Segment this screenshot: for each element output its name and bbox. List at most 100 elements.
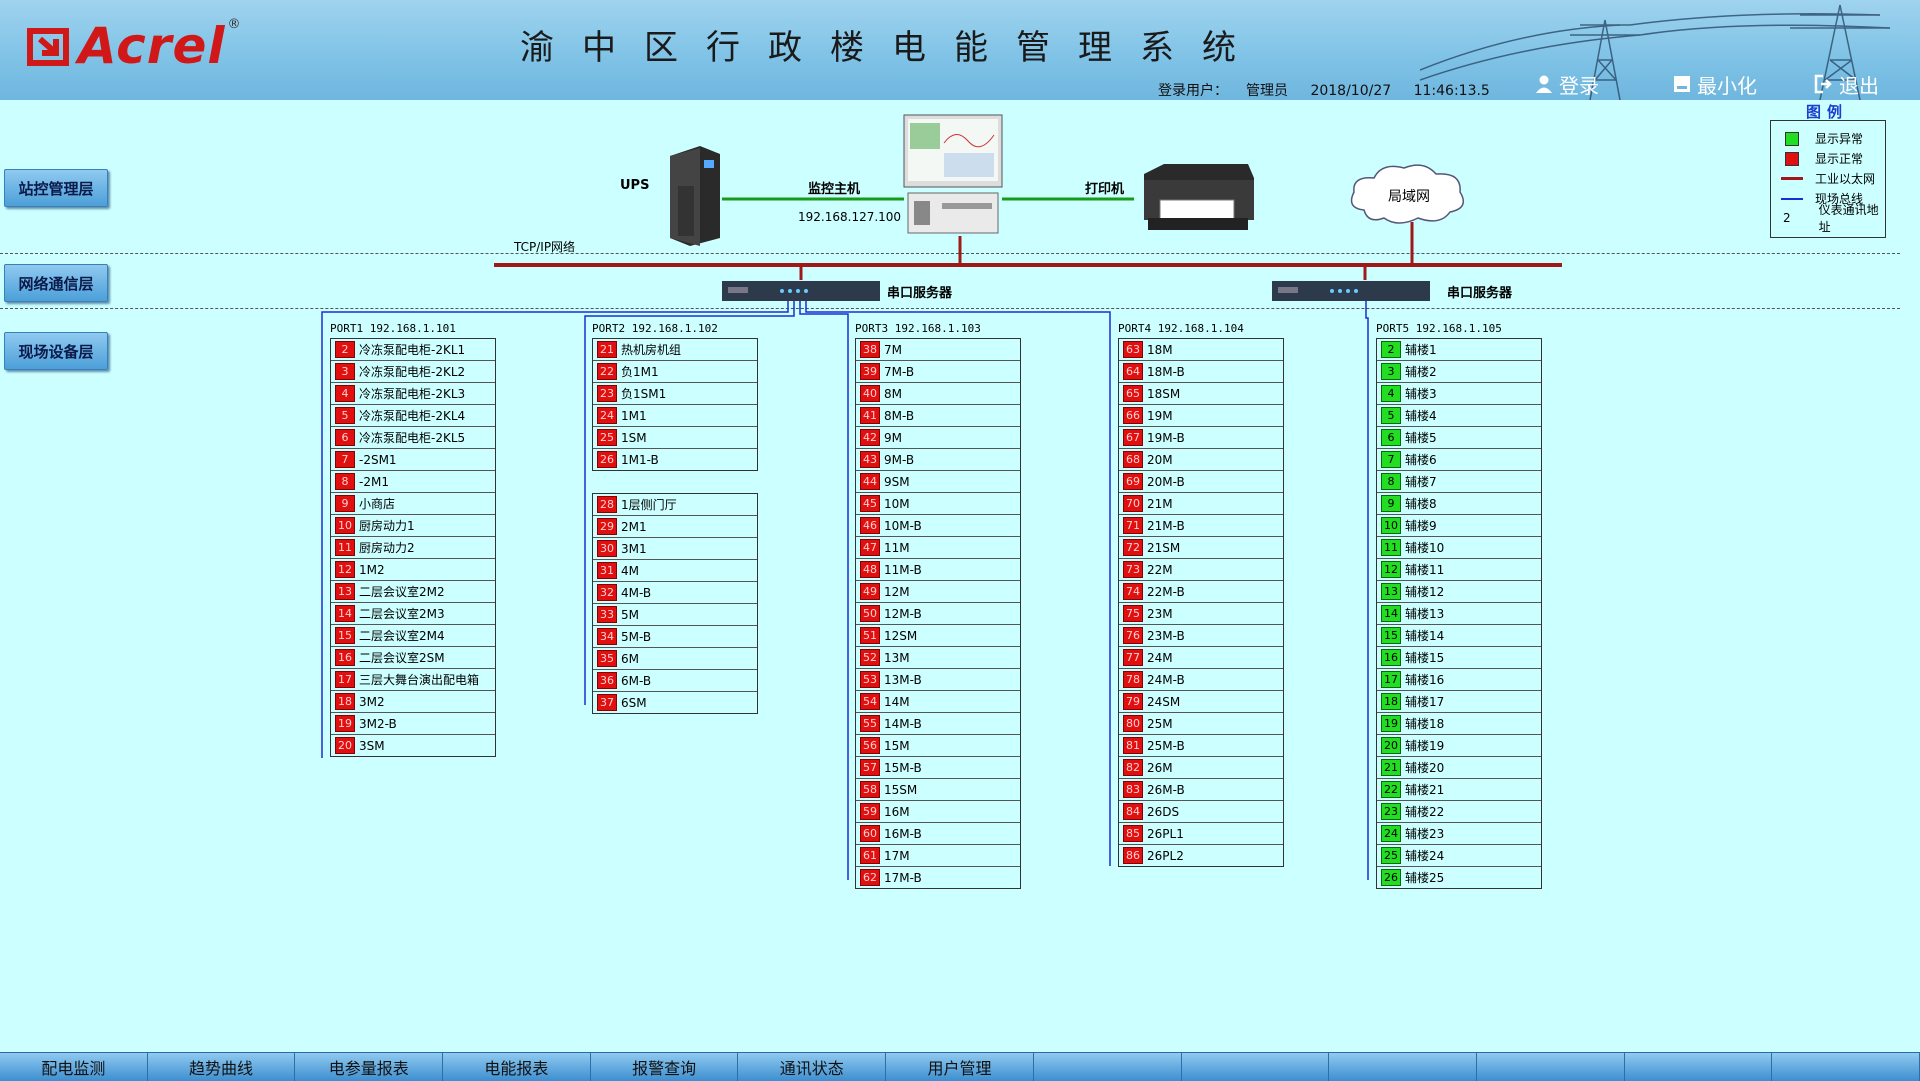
device-row[interactable]: 4 辅楼3 xyxy=(1377,383,1541,405)
device-row[interactable]: 24 辅楼23 xyxy=(1377,823,1541,845)
device-row[interactable]: 71 21M-B xyxy=(1119,515,1283,537)
nav-button-5[interactable]: 通讯状态 xyxy=(738,1053,887,1081)
device-row[interactable]: 21 热机房机组 xyxy=(593,339,757,361)
device-row[interactable]: 18 辅楼17 xyxy=(1377,691,1541,713)
device-row[interactable]: 43 9M-B xyxy=(856,449,1020,471)
device-row[interactable]: 10 辅楼9 xyxy=(1377,515,1541,537)
device-row[interactable]: 3 冷冻泵配电柜-2KL2 xyxy=(331,361,495,383)
device-row[interactable]: 74 22M-B xyxy=(1119,581,1283,603)
device-row[interactable]: 21 辅楼20 xyxy=(1377,757,1541,779)
device-row[interactable]: 39 7M-B xyxy=(856,361,1020,383)
device-row[interactable]: 29 2M1 xyxy=(593,516,757,538)
device-row[interactable]: 26 辅楼25 xyxy=(1377,867,1541,888)
device-row[interactable]: 28 1层侧门厅 xyxy=(593,494,757,516)
nav-button-0[interactable]: 配电监测 xyxy=(0,1053,148,1081)
device-row[interactable]: 40 8M xyxy=(856,383,1020,405)
device-row[interactable]: 9 辅楼8 xyxy=(1377,493,1541,515)
device-row[interactable]: 3 辅楼2 xyxy=(1377,361,1541,383)
device-row[interactable]: 26 1M1-B xyxy=(593,449,757,470)
serial-server-2-icon[interactable] xyxy=(1272,279,1432,303)
device-row[interactable]: 47 11M xyxy=(856,537,1020,559)
device-row[interactable]: 31 4M xyxy=(593,560,757,582)
device-row[interactable]: 13 二层会议室2M2 xyxy=(331,581,495,603)
device-row[interactable]: 78 24M-B xyxy=(1119,669,1283,691)
nav-button-6[interactable]: 用户管理 xyxy=(886,1053,1034,1081)
monitoring-host-icon[interactable] xyxy=(902,113,1004,235)
device-row[interactable]: 61 17M xyxy=(856,845,1020,867)
device-row[interactable]: 6 冷冻泵配电柜-2KL5 xyxy=(331,427,495,449)
device-row[interactable]: 53 13M-B xyxy=(856,669,1020,691)
device-row[interactable]: 19 3M2-B xyxy=(331,713,495,735)
device-row[interactable]: 2 冷冻泵配电柜-2KL1 xyxy=(331,339,495,361)
device-row[interactable]: 12 辅楼11 xyxy=(1377,559,1541,581)
device-row[interactable]: 30 3M1 xyxy=(593,538,757,560)
device-row[interactable]: 63 18M xyxy=(1119,339,1283,361)
device-row[interactable]: 59 16M xyxy=(856,801,1020,823)
device-row[interactable]: 55 14M-B xyxy=(856,713,1020,735)
printer-icon[interactable] xyxy=(1134,160,1258,236)
device-row[interactable]: 5 冷冻泵配电柜-2KL4 xyxy=(331,405,495,427)
device-row[interactable]: 49 12M xyxy=(856,581,1020,603)
device-row[interactable]: 23 负1SM1 xyxy=(593,383,757,405)
device-row[interactable]: 84 26DS xyxy=(1119,801,1283,823)
device-row[interactable]: 44 9SM xyxy=(856,471,1020,493)
device-row[interactable]: 45 10M xyxy=(856,493,1020,515)
device-row[interactable]: 68 20M xyxy=(1119,449,1283,471)
device-row[interactable]: 15 辅楼14 xyxy=(1377,625,1541,647)
device-row[interactable]: 15 二层会议室2M4 xyxy=(331,625,495,647)
device-row[interactable]: 54 14M xyxy=(856,691,1020,713)
device-row[interactable]: 11 辅楼10 xyxy=(1377,537,1541,559)
device-row[interactable]: 17 辅楼16 xyxy=(1377,669,1541,691)
nav-button-2[interactable]: 电参量报表 xyxy=(295,1053,444,1081)
device-row[interactable]: 7 -2SM1 xyxy=(331,449,495,471)
device-row[interactable]: 85 26PL1 xyxy=(1119,823,1283,845)
device-row[interactable]: 36 6M-B xyxy=(593,670,757,692)
device-row[interactable]: 24 1M1 xyxy=(593,405,757,427)
nav-button-12[interactable] xyxy=(1772,1053,1920,1081)
nav-button-10[interactable] xyxy=(1477,1053,1625,1081)
device-row[interactable]: 62 17M-B xyxy=(856,867,1020,888)
nav-button-9[interactable] xyxy=(1329,1053,1477,1081)
device-row[interactable]: 8 -2M1 xyxy=(331,471,495,493)
device-row[interactable]: 56 15M xyxy=(856,735,1020,757)
device-row[interactable]: 9 小商店 xyxy=(331,493,495,515)
device-row[interactable]: 16 辅楼15 xyxy=(1377,647,1541,669)
device-row[interactable]: 73 22M xyxy=(1119,559,1283,581)
device-row[interactable]: 69 20M-B xyxy=(1119,471,1283,493)
device-row[interactable]: 14 辅楼13 xyxy=(1377,603,1541,625)
device-row[interactable]: 60 16M-B xyxy=(856,823,1020,845)
nav-button-3[interactable]: 电能报表 xyxy=(443,1053,591,1081)
device-row[interactable]: 32 4M-B xyxy=(593,582,757,604)
device-row[interactable]: 80 25M xyxy=(1119,713,1283,735)
device-row[interactable]: 46 10M-B xyxy=(856,515,1020,537)
device-row[interactable]: 76 23M-B xyxy=(1119,625,1283,647)
serial-server-1-icon[interactable] xyxy=(722,279,882,303)
device-row[interactable]: 75 23M xyxy=(1119,603,1283,625)
device-row[interactable]: 65 18SM xyxy=(1119,383,1283,405)
device-row[interactable]: 37 6SM xyxy=(593,692,757,713)
device-row[interactable]: 41 8M-B xyxy=(856,405,1020,427)
device-row[interactable]: 11 厨房动力2 xyxy=(331,537,495,559)
device-row[interactable]: 18 3M2 xyxy=(331,691,495,713)
nav-button-11[interactable] xyxy=(1625,1053,1773,1081)
nav-button-7[interactable] xyxy=(1034,1053,1182,1081)
device-row[interactable]: 52 13M xyxy=(856,647,1020,669)
device-row[interactable]: 25 辅楼24 xyxy=(1377,845,1541,867)
device-row[interactable]: 38 7M xyxy=(856,339,1020,361)
device-row[interactable]: 17 三层大舞台演出配电箱 xyxy=(331,669,495,691)
ups-icon[interactable] xyxy=(660,146,724,248)
device-row[interactable]: 19 辅楼18 xyxy=(1377,713,1541,735)
device-row[interactable]: 35 6M xyxy=(593,648,757,670)
device-row[interactable]: 20 3SM xyxy=(331,735,495,756)
device-row[interactable]: 4 冷冻泵配电柜-2KL3 xyxy=(331,383,495,405)
device-row[interactable]: 12 1M2 xyxy=(331,559,495,581)
nav-button-4[interactable]: 报警查询 xyxy=(591,1053,739,1081)
device-row[interactable]: 8 辅楼7 xyxy=(1377,471,1541,493)
device-row[interactable]: 82 26M xyxy=(1119,757,1283,779)
device-row[interactable]: 13 辅楼12 xyxy=(1377,581,1541,603)
device-row[interactable]: 33 5M xyxy=(593,604,757,626)
device-row[interactable]: 57 15M-B xyxy=(856,757,1020,779)
device-row[interactable]: 7 辅楼6 xyxy=(1377,449,1541,471)
device-row[interactable]: 50 12M-B xyxy=(856,603,1020,625)
device-row[interactable]: 22 负1M1 xyxy=(593,361,757,383)
